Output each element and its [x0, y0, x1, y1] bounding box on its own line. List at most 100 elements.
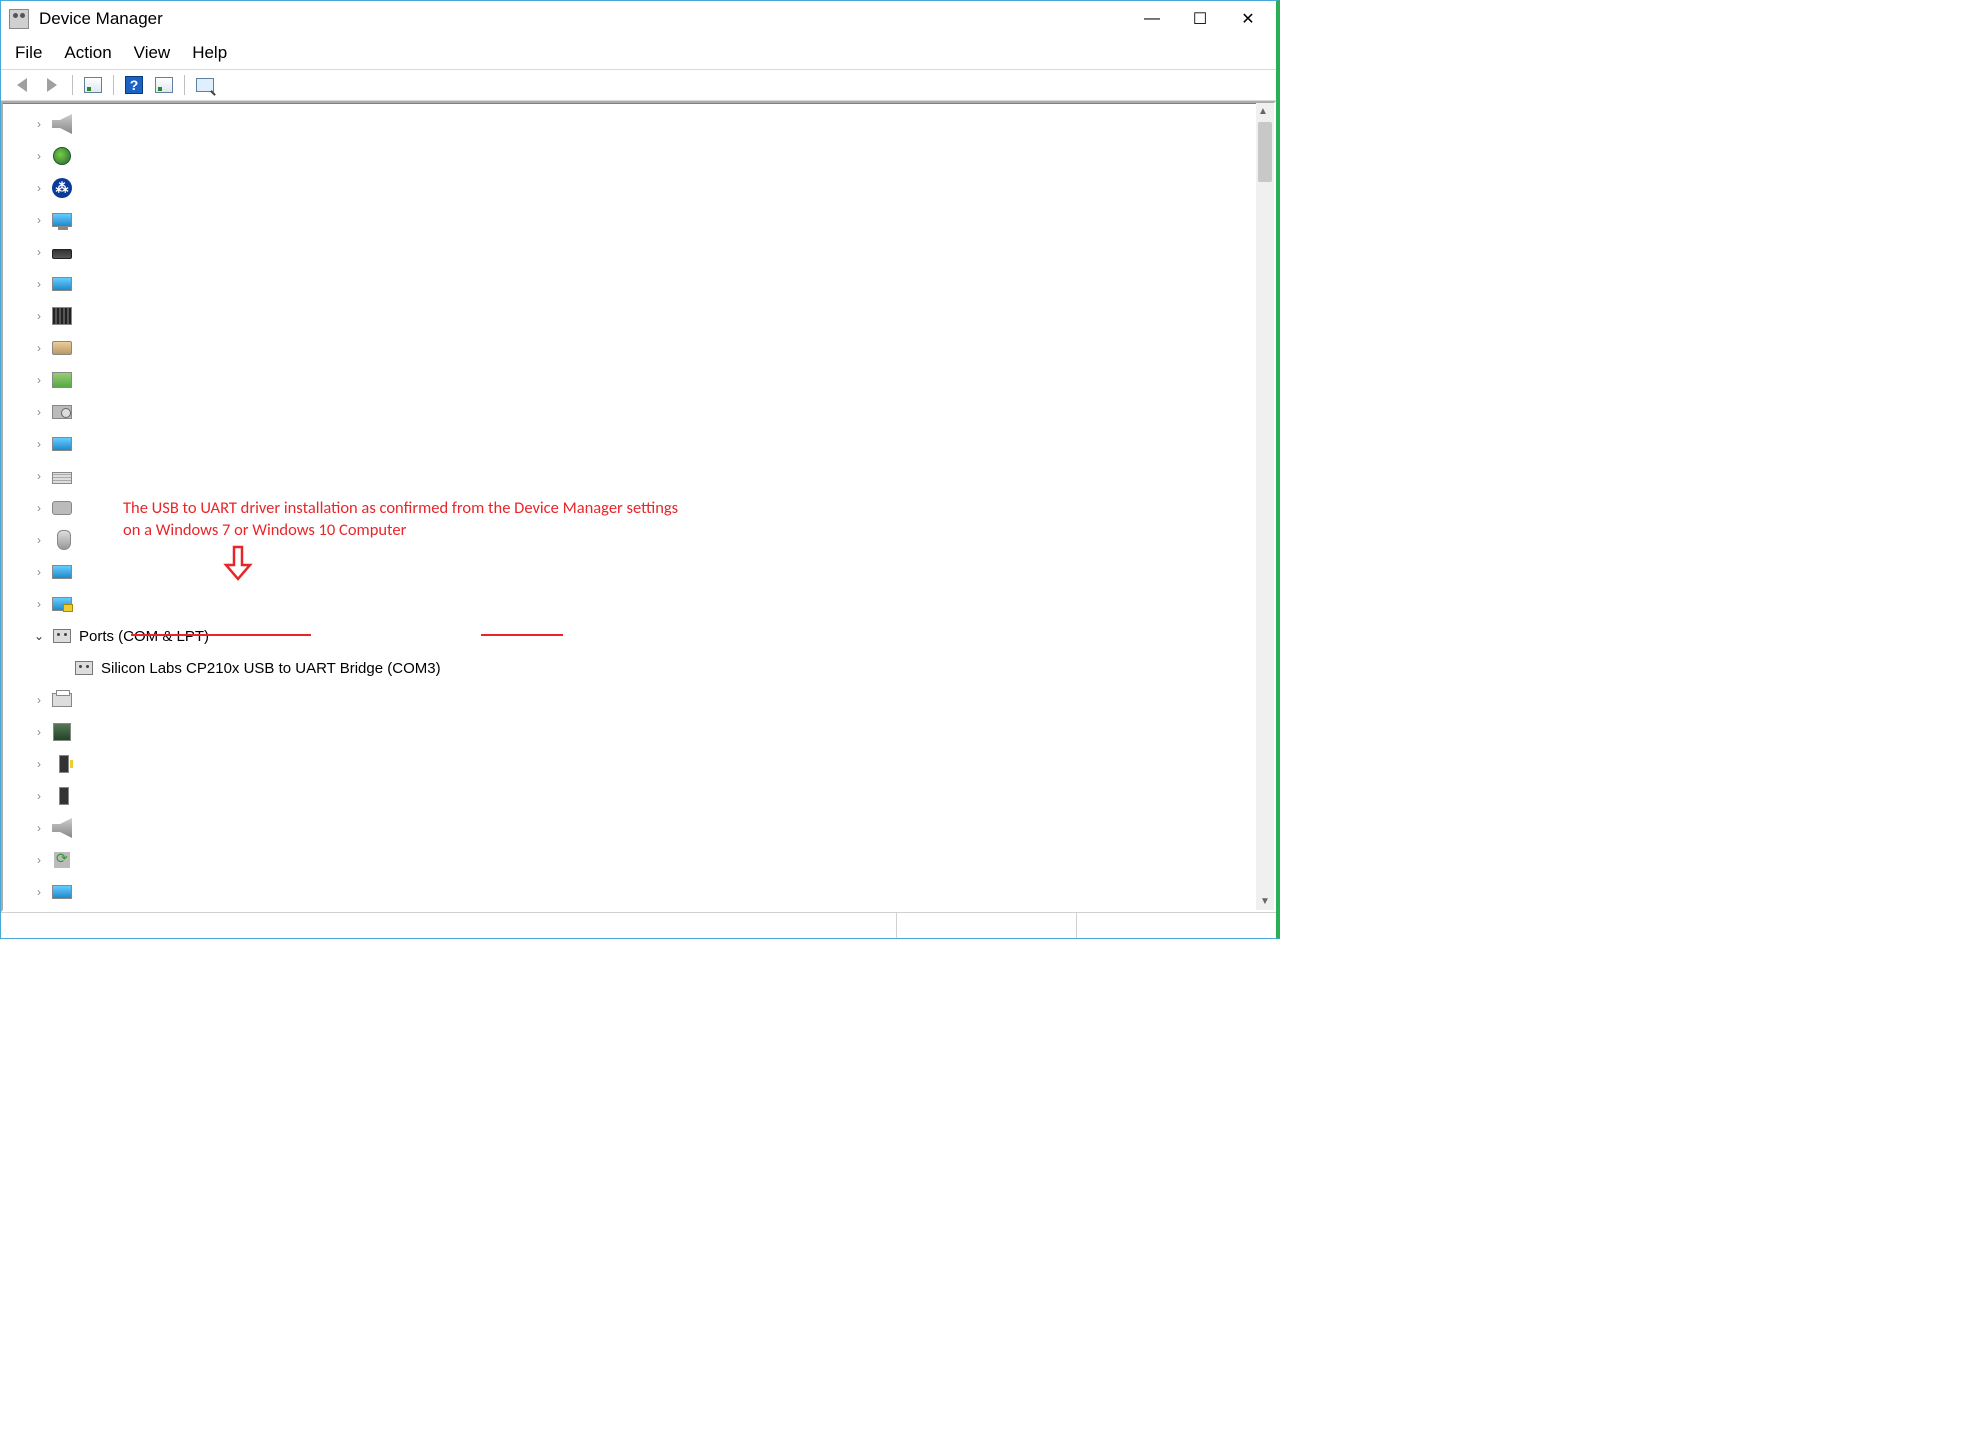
sheet-play-icon: [155, 77, 173, 93]
help-button[interactable]: ?: [121, 74, 147, 96]
annotation-text: The USB to UART driver installation as c…: [123, 497, 683, 542]
tree-item-label: Silicon Labs CP210x USB to UART Bridge (…: [101, 660, 441, 677]
chevron-right-icon[interactable]: ›: [33, 437, 45, 451]
show-hidden-button[interactable]: [192, 74, 218, 96]
display-adapters-icon: [51, 273, 73, 295]
tree-item[interactable]: ›: [33, 460, 1256, 492]
tree-item[interactable]: ›: [33, 300, 1256, 332]
chevron-right-icon[interactable]: ›: [33, 277, 45, 291]
ide-controllers-icon: [51, 369, 73, 391]
tree-item[interactable]: ›: [33, 908, 1256, 910]
close-button[interactable]: ✕: [1224, 3, 1272, 35]
chevron-right-icon[interactable]: ›: [33, 693, 45, 707]
tree-item[interactable]: ›: [33, 556, 1256, 588]
chevron-right-icon[interactable]: ›: [33, 597, 45, 611]
tree-item[interactable]: ›: [33, 140, 1256, 172]
device-tree[interactable]: › › ›⁂ › › › › › › › › › › › › › ⌄ Ports…: [3, 103, 1256, 910]
tree-item[interactable]: ›: [33, 844, 1256, 876]
hid-icon: [51, 337, 73, 359]
tree-item[interactable]: ›: [33, 684, 1256, 716]
ports-icon: [51, 625, 73, 647]
chevron-right-icon[interactable]: ›: [33, 885, 45, 899]
toolbar-separator: [113, 75, 114, 95]
processors-icon: [51, 721, 73, 743]
properties-button[interactable]: [80, 74, 106, 96]
toolbar-separator: [184, 75, 185, 95]
computer-icon: [51, 209, 73, 231]
scroll-up-icon[interactable]: ▲: [1258, 103, 1272, 120]
tree-item[interactable]: ›: [33, 268, 1256, 300]
firmware-icon: [51, 305, 73, 327]
chevron-right-icon[interactable]: ›: [33, 309, 45, 323]
tree-item[interactable]: ›: [33, 876, 1256, 908]
tree-item[interactable]: ›: [33, 812, 1256, 844]
chevron-right-icon[interactable]: ›: [33, 757, 45, 771]
chevron-right-icon[interactable]: ›: [33, 725, 45, 739]
chevron-right-icon[interactable]: ›: [33, 405, 45, 419]
nav-back-button[interactable]: [9, 74, 35, 96]
maximize-button[interactable]: ☐: [1176, 3, 1224, 35]
software-devices-icon: [51, 849, 73, 871]
annotation-arrow-icon: [226, 547, 250, 579]
vertical-scrollbar[interactable]: ▲ ▼: [1256, 103, 1274, 910]
tree-item[interactable]: ›⁂: [33, 172, 1256, 204]
tree-item[interactable]: ›: [33, 396, 1256, 428]
sheet-icon: [84, 77, 102, 93]
menu-view[interactable]: View: [134, 43, 171, 63]
minimize-button[interactable]: —: [1128, 3, 1176, 35]
tree-item[interactable]: ›: [33, 236, 1256, 268]
scroll-down-icon[interactable]: ▼: [1260, 893, 1270, 910]
chevron-right-icon[interactable]: ›: [33, 149, 45, 163]
chevron-right-icon[interactable]: ›: [33, 821, 45, 835]
tree-item[interactable]: ›: [33, 716, 1256, 748]
tree-item-label: Ports (COM & LPT): [79, 628, 209, 645]
keyboards-icon: [51, 465, 73, 487]
chevron-right-icon[interactable]: ›: [33, 373, 45, 387]
nav-forward-button[interactable]: [39, 74, 65, 96]
batteries-icon: [51, 145, 73, 167]
chevron-right-icon[interactable]: ›: [33, 181, 45, 195]
chevron-right-icon[interactable]: ›: [33, 853, 45, 867]
toolbar: ?: [1, 70, 1276, 101]
mice-icon: [51, 529, 73, 551]
help-icon: ?: [125, 76, 143, 94]
tree-item[interactable]: ›: [33, 588, 1256, 620]
chevron-right-icon[interactable]: ›: [33, 533, 45, 547]
tree-item[interactable]: ›: [33, 204, 1256, 236]
tree-item[interactable]: ›: [33, 332, 1256, 364]
scrollbar-thumb[interactable]: [1258, 122, 1272, 182]
window-controls: — ☐ ✕: [1128, 3, 1272, 35]
chevron-right-icon[interactable]: ›: [33, 213, 45, 227]
arrow-left-icon: [17, 78, 27, 92]
content-area: › › ›⁂ › › › › › › › › › › › › › ⌄ Ports…: [1, 101, 1276, 912]
chevron-right-icon[interactable]: ›: [33, 789, 45, 803]
menu-help[interactable]: Help: [192, 43, 227, 63]
annotation-underline: [481, 634, 563, 636]
tree-item[interactable]: ›: [33, 748, 1256, 780]
tree-item-ports[interactable]: ⌄ Ports (COM & LPT): [33, 620, 1256, 652]
chevron-right-icon[interactable]: ›: [33, 117, 45, 131]
app-icon: [9, 9, 29, 29]
chevron-right-icon[interactable]: ›: [33, 245, 45, 259]
irda-icon: [51, 433, 73, 455]
menu-action[interactable]: Action: [64, 43, 111, 63]
tree-item[interactable]: ›: [33, 428, 1256, 460]
tree-item[interactable]: ›: [33, 364, 1256, 396]
chevron-right-icon[interactable]: ›: [33, 341, 45, 355]
tree-item-cp210x[interactable]: Silicon Labs CP210x USB to UART Bridge (…: [33, 652, 1256, 684]
tree-item[interactable]: ›: [33, 780, 1256, 812]
menu-file[interactable]: File: [15, 43, 42, 63]
window-title: Device Manager: [39, 9, 163, 29]
scan-hardware-button[interactable]: [151, 74, 177, 96]
chevron-right-icon[interactable]: ›: [33, 501, 45, 515]
print-queues-icon: [51, 689, 73, 711]
tree-item[interactable]: ›: [33, 108, 1256, 140]
chevron-right-icon[interactable]: ›: [33, 565, 45, 579]
network-adapters-icon: [51, 593, 73, 615]
chevron-right-icon[interactable]: ›: [33, 469, 45, 483]
chevron-down-icon[interactable]: ⌄: [33, 629, 45, 643]
annotation-underline: [131, 634, 311, 636]
monitors-icon: [51, 561, 73, 583]
arrow-right-icon: [47, 78, 57, 92]
menubar: File Action View Help: [1, 37, 1276, 70]
